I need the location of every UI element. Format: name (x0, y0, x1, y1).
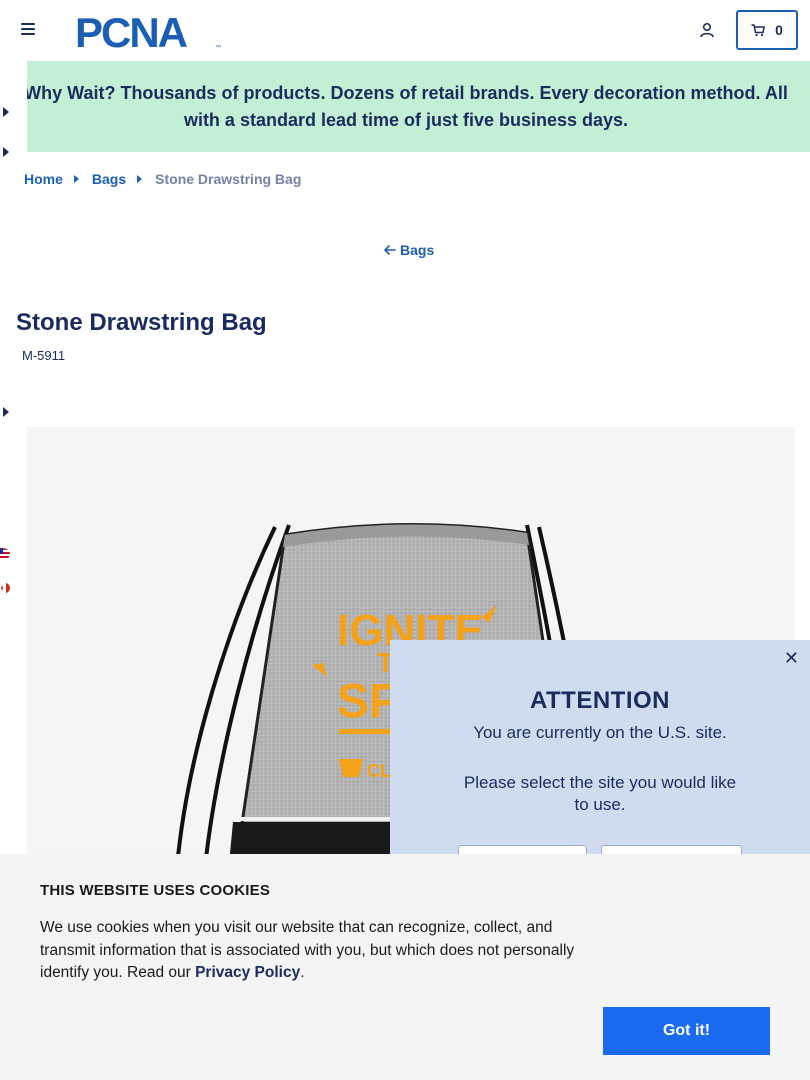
breadcrumb-bags-link[interactable]: Bags (92, 171, 126, 187)
back-link-label: Bags (400, 242, 435, 258)
shopping-cart-icon (751, 23, 766, 36)
privacy-policy-link[interactable]: Privacy Policy (195, 964, 300, 981)
cart-button[interactable]: 0 (736, 10, 798, 50)
breadcrumb-separator-icon (137, 175, 143, 183)
modal-current-site-text: You are currently on the U.S. site. (473, 723, 727, 742)
canada-flag-icon[interactable] (0, 582, 10, 594)
product-title: Stone Drawstring Bag (16, 309, 267, 336)
close-icon[interactable]: ✕ (784, 648, 799, 669)
hamburger-menu-icon[interactable] (21, 23, 35, 37)
rail-expand-arrow-icon[interactable] (3, 147, 9, 157)
product-sku: M-5911 (22, 348, 66, 363)
cookie-text-body: We use cookies when you visit our websit… (40, 919, 575, 981)
modal-select-site-text: Please select the site you would like to… (463, 773, 737, 814)
back-to-bags-link[interactable]: Bags (384, 242, 434, 258)
cookie-text: We use cookies when you visit our websit… (40, 917, 610, 985)
breadcrumb: Home Bags Stone Drawstring Bag (24, 171, 301, 187)
arrow-left-icon (384, 245, 396, 255)
breadcrumb-home-link[interactable]: Home (24, 171, 63, 187)
side-rail (0, 61, 27, 861)
breadcrumb-separator-icon (73, 175, 79, 183)
breadcrumb-current: Stone Drawstring Bag (155, 171, 302, 187)
rail-expand-arrow-icon[interactable] (3, 107, 9, 117)
svg-text:PCNA: PCNA (75, 9, 188, 53)
bag-print-text: CL (367, 761, 391, 781)
cart-count: 0 (775, 22, 783, 38)
svg-text:™: ™ (215, 44, 221, 51)
pcna-logo[interactable]: PCNA ™ (75, 9, 225, 53)
rail-expand-arrow-icon[interactable] (3, 407, 9, 417)
user-icon[interactable] (699, 22, 715, 38)
accept-cookies-button[interactable]: Got it! (603, 1007, 770, 1055)
promo-banner-text: Why Wait? Thousands of products. Dozens … (24, 82, 788, 130)
promo-banner: Why Wait? Thousands of products. Dozens … (0, 61, 810, 152)
cookie-text-end: . (300, 964, 305, 981)
cookie-title: THIS WEBSITE USES COOKIES (40, 882, 271, 899)
modal-heading: ATTENTION (529, 687, 671, 714)
cookie-banner: THIS WEBSITE USES COOKIES We use cookies… (0, 854, 810, 1080)
us-flag-icon[interactable] (0, 548, 10, 560)
site-header: PCNA ™ 0 (0, 0, 810, 61)
